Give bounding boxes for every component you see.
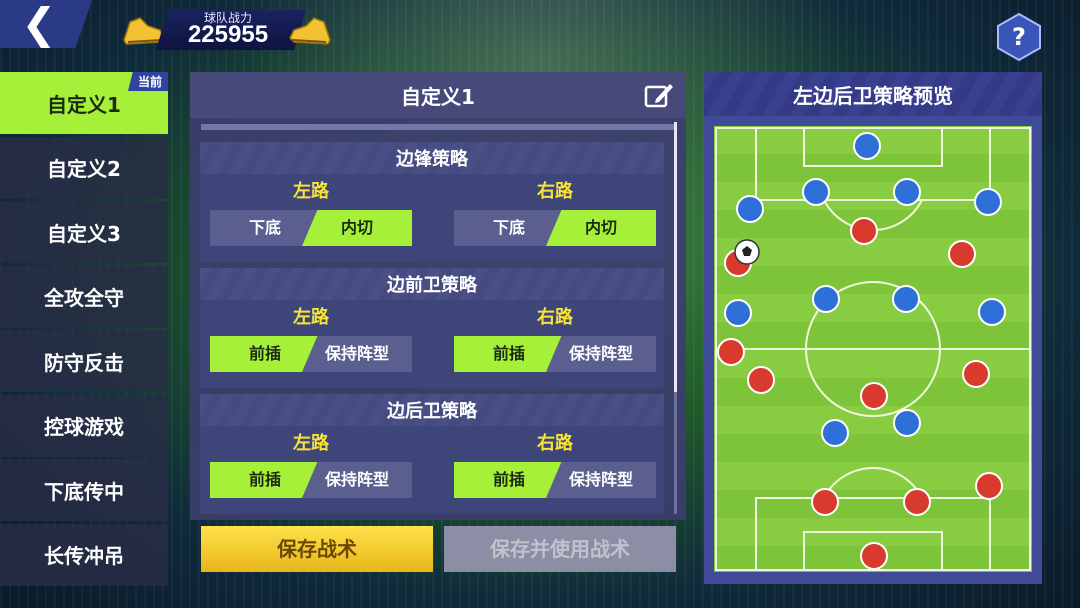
winger-strategy-section: 边锋策略 左路 下底 内切 右路 下底 内切 bbox=[200, 142, 664, 262]
sidebar-item-label: 控球游戏 bbox=[44, 415, 124, 439]
winger-right-toggle: 下底 内切 bbox=[454, 210, 656, 246]
option-push-forward[interactable]: 前插 bbox=[454, 336, 564, 372]
sidebar-item-label: 全攻全守 bbox=[44, 286, 124, 310]
away-player-token bbox=[892, 285, 920, 313]
tactic-sidebar: 自定义1 当前 自定义2 自定义3 全攻全守 防守反击 控球游戏 下底传中 长传… bbox=[0, 72, 168, 588]
midfielder-left-toggle: 前插 保持阵型 bbox=[210, 336, 412, 372]
side-label: 左路 bbox=[293, 307, 329, 328]
section-title: 边锋策略 bbox=[200, 142, 664, 174]
option-hold-shape[interactable]: 保持阵型 bbox=[546, 336, 656, 372]
left-side-block: 左路 下底 内切 bbox=[210, 178, 412, 246]
team-power-display: 球队战力 225955 bbox=[120, 6, 336, 50]
side-label: 左路 bbox=[293, 433, 329, 454]
sidebar-item-counter-attack[interactable]: 防守反击 bbox=[0, 330, 168, 392]
option-hold-shape[interactable]: 保持阵型 bbox=[302, 336, 412, 372]
side-label: 左路 bbox=[293, 181, 329, 202]
option-push-forward[interactable]: 前插 bbox=[210, 336, 320, 372]
home-player-token bbox=[948, 240, 976, 268]
sidebar-item-label: 下底传中 bbox=[44, 479, 124, 504]
save-tactic-button[interactable]: 保存战术 bbox=[201, 526, 433, 572]
right-side-block: 右路 下底 内切 bbox=[454, 178, 656, 246]
option-push-forward[interactable]: 前插 bbox=[210, 462, 320, 498]
soccer-ball-icon bbox=[734, 239, 760, 265]
golden-boot-icon bbox=[289, 17, 331, 45]
sidebar-item-total-football[interactable]: 全攻全守 bbox=[0, 265, 168, 328]
winger-left-toggle: 下底 内切 bbox=[210, 210, 412, 246]
panel-divider bbox=[201, 124, 675, 130]
option-cut-inside[interactable]: 内切 bbox=[302, 210, 412, 246]
option-byline[interactable]: 下底 bbox=[454, 210, 564, 246]
sidebar-item-custom-2[interactable]: 自定义2 bbox=[0, 136, 168, 199]
home-player-token bbox=[850, 217, 878, 245]
side-label: 右路 bbox=[537, 307, 573, 328]
right-side-block: 右路 前插 保持阵型 bbox=[454, 430, 656, 498]
help-icon: ? bbox=[1012, 23, 1026, 51]
fullback-right-toggle: 前插 保持阵型 bbox=[454, 462, 656, 498]
home-player-token bbox=[747, 366, 775, 394]
away-player-token bbox=[853, 132, 881, 160]
home-player-token bbox=[860, 382, 888, 410]
save-and-use-tactic-button[interactable]: 保存并使用战术 bbox=[444, 526, 676, 572]
sidebar-item-label: 自定义2 bbox=[47, 157, 121, 181]
edit-pencil-icon[interactable] bbox=[644, 81, 674, 109]
panel-scrollbar[interactable] bbox=[674, 122, 677, 514]
sidebar-item-long-ball[interactable]: 长传冲吊 bbox=[0, 523, 168, 586]
wide-midfielder-strategy-section: 边前卫策略 左路 前插 保持阵型 右路 前插 保持阵型 bbox=[200, 268, 664, 388]
away-player-token bbox=[978, 298, 1006, 326]
sidebar-item-label: 防守反击 bbox=[44, 350, 124, 375]
away-player-token bbox=[802, 178, 830, 206]
section-title: 边前卫策略 bbox=[200, 268, 664, 300]
panel-header: 自定义1 bbox=[190, 72, 686, 118]
option-byline[interactable]: 下底 bbox=[210, 210, 320, 246]
sidebar-item-custom-3[interactable]: 自定义3 bbox=[0, 201, 168, 263]
away-player-token bbox=[893, 178, 921, 206]
home-player-token bbox=[903, 488, 931, 516]
away-player-token bbox=[812, 285, 840, 313]
sidebar-item-possession[interactable]: 控球游戏 bbox=[0, 394, 168, 457]
home-player-token bbox=[962, 360, 990, 388]
section-title: 边后卫策略 bbox=[200, 394, 664, 426]
home-player-token bbox=[811, 488, 839, 516]
away-player-token bbox=[724, 299, 752, 327]
sidebar-item-label: 长传冲吊 bbox=[44, 544, 124, 568]
option-hold-shape[interactable]: 保持阵型 bbox=[302, 462, 412, 498]
side-label: 右路 bbox=[537, 181, 573, 202]
sidebar-item-wing-cross[interactable]: 下底传中 bbox=[0, 459, 168, 521]
right-side-block: 右路 前插 保持阵型 bbox=[454, 304, 656, 372]
side-label: 右路 bbox=[537, 433, 573, 454]
away-player-token bbox=[893, 409, 921, 437]
strategy-preview-panel: 左边后卫策略预览 bbox=[704, 72, 1042, 584]
left-side-block: 左路 前插 保持阵型 bbox=[210, 430, 412, 498]
pitch-preview bbox=[714, 126, 1032, 572]
current-badge: 当前 bbox=[127, 72, 168, 91]
fullback-strategy-section: 边后卫策略 左路 前插 保持阵型 右路 前插 保持阵型 bbox=[200, 394, 664, 514]
away-player-token bbox=[821, 419, 849, 447]
sidebar-item-label: 自定义1 bbox=[47, 92, 121, 117]
option-push-forward[interactable]: 前插 bbox=[454, 462, 564, 498]
preview-title: 左边后卫策略预览 bbox=[704, 72, 1042, 116]
sidebar-item-custom-1[interactable]: 自定义1 当前 bbox=[0, 72, 168, 134]
away-player-token bbox=[736, 195, 764, 223]
back-chevron-icon: ❮ bbox=[21, 0, 57, 48]
help-button[interactable]: ? bbox=[996, 12, 1042, 62]
option-hold-shape[interactable]: 保持阵型 bbox=[546, 462, 656, 498]
option-cut-inside[interactable]: 内切 bbox=[546, 210, 656, 246]
sidebar-item-label: 自定义3 bbox=[47, 221, 121, 246]
fullback-left-toggle: 前插 保持阵型 bbox=[210, 462, 412, 498]
left-side-block: 左路 前插 保持阵型 bbox=[210, 304, 412, 372]
away-player-token bbox=[974, 188, 1002, 216]
tactics-panel: 自定义1 边锋策略 左路 下底 内切 右路 下底 内切 边前卫策略 左路 前插 … bbox=[190, 72, 686, 520]
home-player-token bbox=[860, 542, 888, 570]
page-title: 自定义1 bbox=[401, 84, 475, 109]
scrollbar-thumb[interactable] bbox=[674, 122, 677, 392]
home-player-token bbox=[975, 472, 1003, 500]
midfielder-right-toggle: 前插 保持阵型 bbox=[454, 336, 656, 372]
home-player-token bbox=[717, 338, 745, 366]
